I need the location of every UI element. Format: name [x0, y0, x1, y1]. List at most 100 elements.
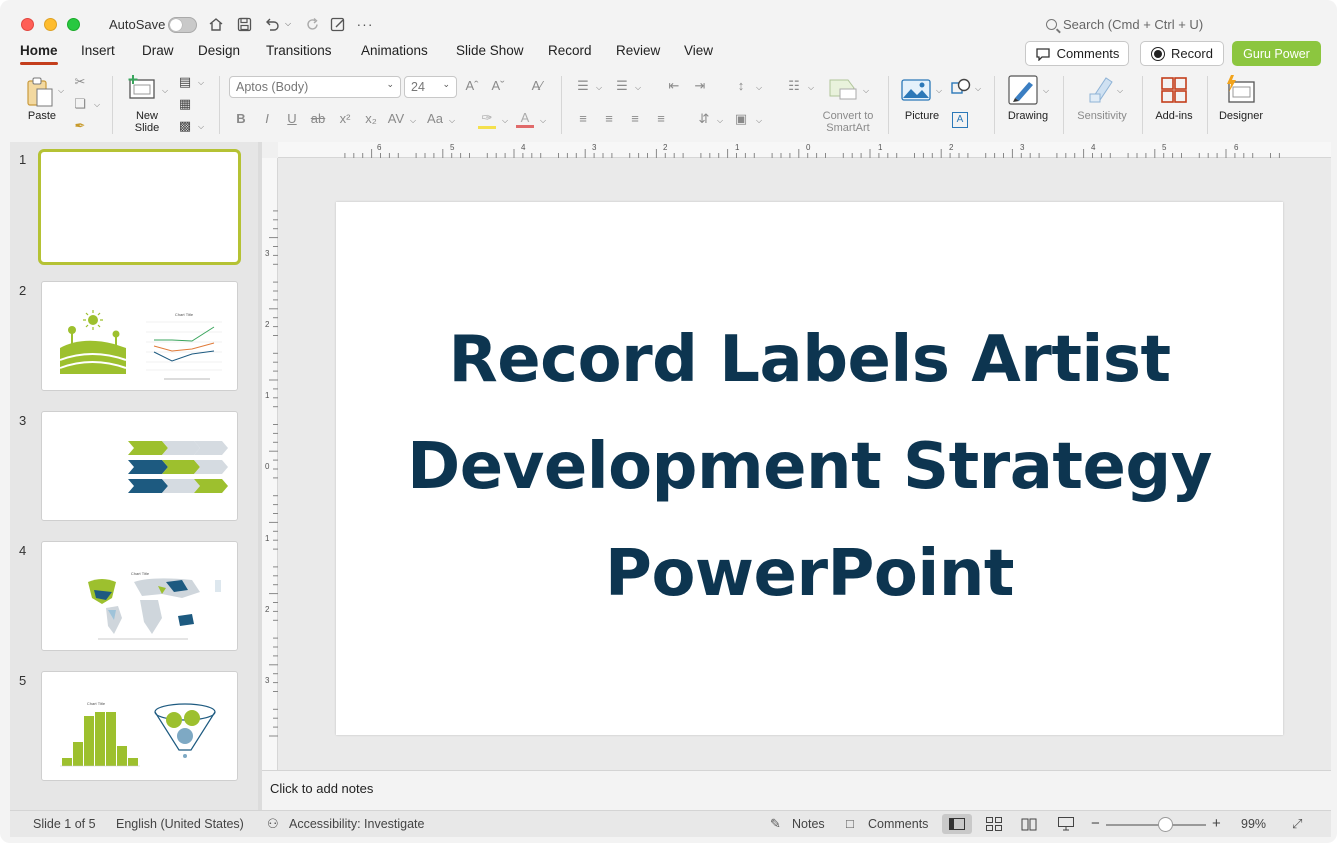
font-color-dropdown-icon[interactable]: ⌵ [540, 116, 546, 126]
paste-dropdown-icon[interactable]: ⌵ [58, 86, 64, 96]
more-options-icon[interactable]: ··· [355, 14, 375, 34]
reading-view-button[interactable] [1014, 814, 1044, 834]
add-ins-icon[interactable] [1159, 76, 1189, 104]
clear-formatting-icon[interactable]: A⁄ [527, 78, 547, 93]
record-button[interactable]: Record [1140, 41, 1224, 66]
justify-icon[interactable]: ≡ [651, 111, 671, 126]
slide-thumbnail-3[interactable] [41, 411, 238, 521]
guru-power-button[interactable]: Guru Power [1232, 41, 1321, 66]
superscript-icon[interactable]: x² [335, 111, 355, 126]
numbering-dropdown-icon[interactable]: ⌵ [635, 83, 641, 93]
accessibility-status[interactable]: Accessibility: Investigate [289, 817, 424, 831]
font-color-icon[interactable]: A [516, 110, 534, 128]
increase-font-icon[interactable]: Aˆ [462, 78, 482, 93]
numbering-icon[interactable]: ☰ [612, 78, 632, 94]
tab-animations[interactable]: Animations [361, 43, 428, 58]
zoom-level[interactable]: 99% [1241, 817, 1266, 831]
shapes-dropdown-icon[interactable]: ⌵ [975, 84, 981, 94]
picture-icon[interactable] [901, 78, 931, 104]
line-spacing-dropdown-icon[interactable]: ⌵ [756, 83, 762, 93]
close-window-button[interactable] [21, 18, 34, 31]
character-spacing-dropdown-icon[interactable]: ⌵ [410, 116, 416, 126]
underline-icon[interactable]: U [282, 111, 302, 126]
zoom-in-icon[interactable]: + [1212, 815, 1221, 832]
tab-home[interactable]: Home [20, 43, 58, 65]
font-name-dropdown[interactable]: Aptos (Body) ⌄ [229, 76, 401, 98]
bullets-dropdown-icon[interactable]: ⌵ [596, 83, 602, 93]
tab-review[interactable]: Review [616, 43, 660, 58]
maximize-window-button[interactable] [67, 18, 80, 31]
italic-icon[interactable]: I [257, 111, 277, 126]
text-direction-icon[interactable]: ⇵ [694, 111, 714, 127]
tab-view[interactable]: View [684, 43, 713, 58]
drawing-dropdown-icon[interactable]: ⌵ [1043, 86, 1049, 96]
tab-insert[interactable]: Insert [81, 43, 115, 58]
copy-dropdown-icon[interactable]: ⌵ [94, 100, 100, 110]
redo-icon[interactable] [302, 14, 322, 34]
strikethrough-icon[interactable]: ab [308, 111, 328, 126]
autosave-toggle[interactable] [168, 17, 197, 33]
comments-button[interactable]: Comments [1025, 41, 1129, 66]
notes-icon[interactable]: ✎ [770, 816, 781, 832]
columns-icon[interactable]: ☷ [784, 78, 804, 94]
accessibility-icon[interactable]: ⚇ [267, 816, 279, 832]
decrease-font-icon[interactable]: Aˇ [488, 78, 508, 93]
highlight-icon[interactable]: ✑ [478, 110, 496, 129]
slide-thumbnail-1[interactable] [38, 149, 241, 265]
line-spacing-icon[interactable]: ↕ [731, 78, 751, 93]
slide-sorter-view-button[interactable] [979, 814, 1009, 834]
tab-design[interactable]: Design [198, 43, 240, 58]
slide-thumbnail-5[interactable]: Chart Title [41, 671, 238, 781]
columns-dropdown-icon[interactable]: ⌵ [808, 83, 814, 93]
zoom-out-icon[interactable]: − [1091, 815, 1100, 832]
format-painter-icon[interactable]: ✒ [70, 118, 90, 134]
undo-icon[interactable] [262, 14, 282, 34]
align-left-icon[interactable]: ≡ [573, 111, 593, 126]
shapes-icon[interactable] [950, 78, 972, 98]
cut-icon[interactable]: ✂ [70, 74, 90, 90]
language-indicator[interactable]: English (United States) [116, 817, 244, 831]
save-icon[interactable] [234, 14, 254, 34]
reset-slide-icon[interactable]: ▦ [175, 96, 195, 112]
copy-icon[interactable]: ❏ [70, 96, 90, 112]
smartart-dropdown-icon[interactable]: ⌵ [863, 86, 869, 96]
zoom-slider-handle[interactable] [1158, 817, 1173, 832]
tab-slide-show[interactable]: Slide Show [456, 43, 524, 58]
undo-dropdown-icon[interactable]: ⌵ [281, 14, 295, 34]
font-size-dropdown[interactable]: 24 ⌄ [404, 76, 457, 98]
sensitivity-dropdown-icon[interactable]: ⌵ [1117, 86, 1123, 96]
sensitivity-icon[interactable] [1087, 74, 1115, 104]
drawing-icon[interactable] [1007, 74, 1039, 106]
layout-icon[interactable]: ▤ [175, 74, 195, 90]
decrease-indent-icon[interactable]: ⇤ [664, 78, 684, 94]
section-dropdown-icon[interactable]: ⌵ [198, 122, 204, 132]
paste-icon[interactable] [24, 76, 58, 110]
customize-icon[interactable] [328, 14, 348, 34]
section-icon[interactable]: ▩ [175, 118, 195, 134]
minimize-window-button[interactable] [44, 18, 57, 31]
current-slide[interactable]: Record Labels Artist Development Strateg… [336, 202, 1283, 735]
comments-status-button[interactable]: Comments [868, 817, 928, 831]
highlight-dropdown-icon[interactable]: ⌵ [502, 116, 508, 126]
align-center-icon[interactable]: ≡ [599, 111, 619, 126]
home-icon[interactable] [206, 14, 226, 34]
tab-transitions[interactable]: Transitions [266, 43, 332, 58]
notes-button[interactable]: Notes [792, 817, 825, 831]
picture-dropdown-icon[interactable]: ⌵ [936, 86, 942, 96]
align-right-icon[interactable]: ≡ [625, 111, 645, 126]
slide-thumbnail-2[interactable]: Chart Title [41, 281, 238, 391]
fit-to-window-icon[interactable]: ⤢ [1292, 816, 1302, 832]
change-case-dropdown-icon[interactable]: ⌵ [449, 116, 455, 126]
search-box[interactable]: Search (Cmd + Ctrl + U) [1046, 17, 1203, 32]
increase-indent-icon[interactable]: ⇥ [690, 78, 710, 94]
layout-dropdown-icon[interactable]: ⌵ [198, 78, 204, 88]
change-case-icon[interactable]: Aa [425, 111, 445, 126]
slide-title-textbox[interactable]: Record Labels Artist Development Strateg… [375, 307, 1245, 628]
notes-pane[interactable]: Click to add notes [262, 770, 1331, 810]
character-spacing-icon[interactable]: AV [386, 111, 406, 126]
slide-thumbnail-4[interactable]: Chart Title [41, 541, 238, 651]
horizontal-ruler[interactable] [278, 142, 1331, 158]
new-slide-dropdown-icon[interactable]: ⌵ [162, 86, 168, 96]
text-box-icon[interactable]: A [952, 112, 968, 128]
bullets-icon[interactable]: ☰ [573, 78, 593, 94]
